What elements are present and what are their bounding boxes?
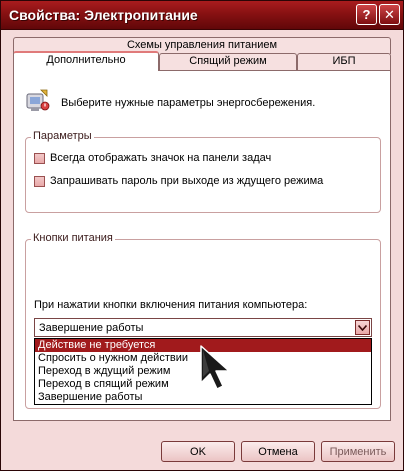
password-on-resume-option[interactable]: Запрашивать пароль при выходе из ждущего… [34, 175, 323, 187]
show-tray-icon-option[interactable]: Всегда отображать значок на панели задач [34, 152, 271, 164]
properties-dialog: Свойства: Электропитание ? ✕ Схемы управ… [0, 0, 404, 471]
chevron-down-icon[interactable] [355, 320, 370, 335]
power-options-icon [26, 89, 50, 111]
password-on-resume-checkbox[interactable] [34, 175, 45, 187]
ok-button[interactable]: OK [161, 441, 235, 462]
power-buttons-group-label: Кнопки питания [31, 232, 115, 244]
tab-hibernate[interactable]: Спящий режим [159, 53, 297, 71]
tab-ups[interactable]: ИБП [297, 53, 391, 71]
intro-text: Выберите нужные параметры энергосбережен… [61, 97, 316, 109]
window-title: Свойства: Электропитание [9, 7, 198, 23]
close-icon: ✕ [384, 6, 395, 22]
power-button-action-value: Завершение работы [39, 322, 144, 334]
power-button-action-label: При нажатии кнопки включения питания ком… [34, 299, 308, 311]
params-group-label: Параметры [31, 130, 94, 142]
tab-advanced[interactable]: Дополнительно [13, 51, 159, 71]
title-bar[interactable]: Свойства: Электропитание ? ✕ [1, 1, 403, 30]
power-button-action-select[interactable]: Завершение работы [34, 318, 372, 337]
cancel-button[interactable]: Отмена [241, 441, 315, 462]
apply-button[interactable]: Применить [321, 441, 395, 462]
help-button[interactable]: ? [356, 4, 377, 25]
close-button[interactable]: ✕ [379, 4, 400, 25]
help-icon: ? [362, 7, 371, 22]
password-on-resume-label: Запрашивать пароль при выходе из ждущего… [50, 175, 324, 187]
show-tray-icon-checkbox[interactable] [34, 152, 45, 164]
show-tray-icon-label: Всегда отображать значок на панели задач [50, 152, 272, 164]
mouse-cursor-icon [200, 345, 230, 390]
